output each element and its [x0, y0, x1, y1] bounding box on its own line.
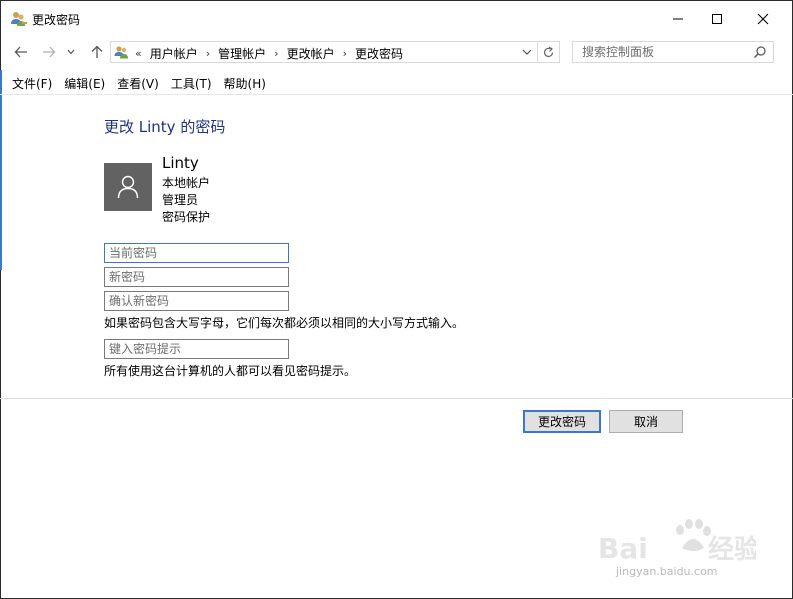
- password-hint-field[interactable]: [104, 339, 289, 359]
- users-key-icon: [11, 12, 27, 26]
- breadcrumb-change-password[interactable]: 更改密码: [355, 45, 403, 62]
- svg-text:Bai: Bai: [598, 532, 648, 565]
- user-icon: [117, 175, 139, 199]
- password-status: 密码保护: [162, 210, 211, 224]
- maximize-button[interactable]: [694, 0, 740, 38]
- new-password-field[interactable]: [104, 267, 289, 287]
- title-bar: 更改密码: [0, 0, 793, 38]
- arrow-right-icon: [43, 46, 56, 58]
- menu-view[interactable]: 查看(V): [111, 72, 165, 94]
- search-input[interactable]: [573, 42, 758, 62]
- cancel-button[interactable]: 取消: [609, 410, 683, 433]
- content-divider: [0, 398, 793, 399]
- window-title: 更改密码: [32, 13, 81, 27]
- menu-edit[interactable]: 编辑(E): [58, 72, 111, 94]
- current-password-field[interactable]: [104, 243, 289, 263]
- breadcrumb: « 用户帐户 › 管理帐户 › 更改帐户 › 更改密码: [135, 45, 403, 62]
- navigation-bar: « 用户帐户 › 管理帐户 › 更改帐户 › 更改密码: [0, 38, 793, 66]
- avatar: [104, 163, 152, 211]
- breadcrumb-separator[interactable]: ›: [274, 47, 278, 60]
- breadcrumb-separator[interactable]: ›: [206, 47, 210, 60]
- forward-button[interactable]: [38, 40, 60, 64]
- menu-divider: [0, 94, 793, 95]
- page-title: 更改 Linty 的密码: [104, 118, 226, 136]
- svg-text:经验: 经验: [708, 534, 756, 565]
- breadcrumb-overflow[interactable]: «: [135, 47, 142, 60]
- control-panel-icon: [114, 46, 128, 59]
- up-button[interactable]: [86, 40, 108, 64]
- search-icon[interactable]: [753, 45, 767, 59]
- address-dropdown-icon[interactable]: [521, 45, 533, 59]
- refresh-button[interactable]: [538, 41, 560, 63]
- search-box: [572, 41, 774, 63]
- menu-bar: 文件(F) 编辑(E) 查看(V) 工具(T) 帮助(H): [0, 72, 793, 94]
- breadcrumb-user-accounts[interactable]: 用户帐户: [150, 45, 198, 62]
- change-password-button[interactable]: 更改密码: [523, 410, 601, 433]
- close-icon: [757, 13, 769, 25]
- hint-visibility-note: 所有使用这台计算机的人都可以看见密码提示。: [104, 364, 357, 378]
- watermark-url: jingyan.baidu.com: [616, 565, 718, 578]
- menu-tools[interactable]: 工具(T): [165, 72, 218, 94]
- menu-file[interactable]: 文件(F): [6, 72, 58, 94]
- close-button[interactable]: [740, 0, 786, 38]
- address-bar[interactable]: « 用户帐户 › 管理帐户 › 更改帐户 › 更改密码: [110, 41, 538, 63]
- account-role: 管理员: [162, 193, 199, 207]
- arrow-left-icon: [14, 46, 27, 58]
- maximize-icon: [712, 14, 722, 24]
- breadcrumb-separator[interactable]: ›: [343, 47, 347, 60]
- account-type: 本地帐户: [162, 176, 211, 190]
- minimize-icon: [673, 18, 683, 20]
- user-name: Linty: [162, 154, 199, 172]
- confirm-password-field[interactable]: [104, 291, 289, 311]
- case-sensitivity-note: 如果密码包含大写字母，它们每次都必须以相同的大小写方式输入。: [104, 316, 465, 330]
- refresh-icon: [543, 46, 554, 57]
- back-button[interactable]: [10, 40, 32, 64]
- arrow-up-icon: [91, 45, 103, 58]
- chevron-down-icon: [67, 49, 75, 55]
- breadcrumb-change-account[interactable]: 更改帐户: [287, 45, 335, 62]
- menu-help[interactable]: 帮助(H): [218, 72, 272, 94]
- background-window-edge: [0, 70, 2, 270]
- breadcrumb-manage-accounts[interactable]: 管理帐户: [218, 45, 266, 62]
- recent-locations-button[interactable]: [64, 40, 78, 64]
